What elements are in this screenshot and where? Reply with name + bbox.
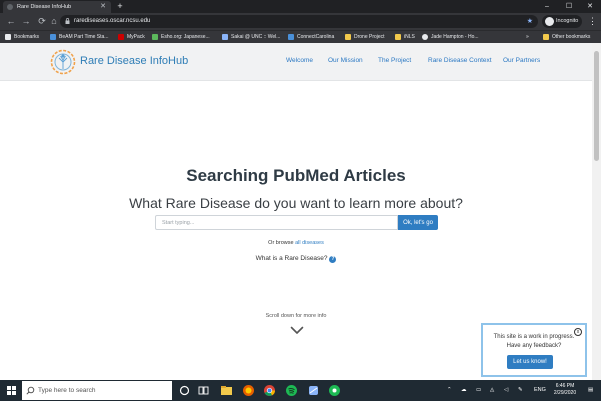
forward-arrow-icon[interactable]: → bbox=[20, 15, 32, 27]
tab-title: Rare Disease InfoHub bbox=[17, 4, 72, 10]
search-submit-button[interactable]: Ok, let's go bbox=[398, 215, 438, 230]
incognito-label: Incognito bbox=[556, 18, 579, 24]
site-navbar: Rare Disease InfoHub Welcome Our Mission… bbox=[0, 43, 592, 81]
bookmark-favicon-icon bbox=[152, 34, 158, 40]
reload-icon[interactable]: ⟳ bbox=[36, 15, 48, 27]
volume-icon[interactable]: ◁ bbox=[504, 380, 508, 401]
scroll-hint: Scroll down for more info bbox=[265, 313, 327, 319]
bookmark-item[interactable]: Esho.org: Japanese... bbox=[152, 31, 210, 43]
page-scrollbar[interactable] bbox=[592, 43, 601, 380]
what-is-rare-disease-label: What is a Rare Disease? bbox=[255, 255, 328, 262]
feedback-popup: x This site is a work in progress. Have … bbox=[481, 323, 587, 377]
nav-link-rare-disease-context[interactable]: Rare Disease Context bbox=[428, 57, 492, 64]
search-icon bbox=[26, 386, 35, 395]
browser-toolbar: ← → ⟳ ⌂ rarediseases.oscar.ncsu.edu ★ In… bbox=[0, 13, 601, 30]
windows-taskbar: Type here to search ⌃ ☁ ▭ ◬ ◁ ✎ ENG 6:46… bbox=[0, 380, 601, 401]
bookmark-favicon-icon bbox=[222, 34, 228, 40]
task-view-icon[interactable] bbox=[197, 384, 210, 397]
clock-date: 2/29/2020 bbox=[553, 390, 577, 396]
clock-time: 6:46 PM bbox=[555, 383, 575, 389]
what-is-rare-disease[interactable]: What is a Rare Disease? ? bbox=[0, 255, 592, 263]
nav-link-the-project[interactable]: The Project bbox=[378, 57, 411, 64]
taskbar-search-placeholder: Type here to search bbox=[38, 387, 96, 394]
bookmark-favicon-icon bbox=[50, 34, 56, 40]
show-hidden-icons-icon[interactable]: ⌃ bbox=[447, 380, 452, 401]
notifications-icon[interactable]: ▤ bbox=[588, 380, 593, 401]
battery-icon[interactable]: ▭ bbox=[476, 380, 481, 401]
other-bookmarks[interactable]: Other bookmarks bbox=[543, 31, 590, 43]
bookmark-favicon-icon bbox=[118, 34, 124, 40]
network-icon[interactable]: ◬ bbox=[490, 380, 494, 401]
firefox-icon[interactable] bbox=[242, 384, 255, 397]
feedback-button[interactable]: Let us know! bbox=[507, 355, 553, 369]
disease-search-input[interactable] bbox=[155, 215, 398, 230]
taskbar-search-box[interactable]: Type here to search bbox=[22, 381, 172, 400]
language-indicator[interactable]: ENG bbox=[534, 380, 546, 401]
help-icon[interactable]: ? bbox=[329, 256, 337, 263]
address-bar[interactable]: rarediseases.oscar.ncsu.edu ★ bbox=[60, 15, 538, 28]
app-icon[interactable] bbox=[328, 384, 341, 397]
page-title: Searching PubMed Articles bbox=[186, 166, 406, 185]
lock-icon bbox=[65, 18, 70, 24]
browse-prefix: Or browse bbox=[268, 240, 294, 246]
scrollbar-thumb[interactable] bbox=[594, 51, 599, 161]
bookmark-folder[interactable]: Drone Project bbox=[345, 31, 385, 43]
browse-line: Or browse all diseases bbox=[0, 240, 592, 246]
nav-link-our-partners[interactable]: Our Partners bbox=[503, 57, 540, 64]
folder-icon bbox=[543, 34, 549, 40]
tab-favicon-icon bbox=[7, 4, 13, 10]
tab-close-icon[interactable]: ✕ bbox=[100, 1, 106, 13]
chevron-down-icon[interactable] bbox=[290, 326, 304, 335]
bookmark-item[interactable]: Jade Hampton - Ho... bbox=[422, 31, 479, 43]
app-icon[interactable] bbox=[307, 384, 320, 397]
url-text: rarediseases.oscar.ncsu.edu bbox=[74, 18, 151, 24]
bookmark-folder[interactable]: iNLS bbox=[395, 31, 415, 43]
bookmarks-bar: Bookmarks BeAM Part Time Sta... MyPack E… bbox=[0, 30, 601, 43]
minimize-button[interactable]: – bbox=[536, 0, 558, 13]
bookmark-star-icon[interactable]: ★ bbox=[527, 15, 533, 28]
star-icon bbox=[5, 34, 11, 40]
pen-icon[interactable]: ✎ bbox=[518, 380, 523, 401]
site-brand[interactable]: Rare Disease InfoHub bbox=[80, 55, 188, 67]
taskbar-clock[interactable]: 6:46 PM 2/29/2020 bbox=[548, 383, 582, 397]
window-close-button[interactable]: ✕ bbox=[579, 0, 601, 13]
new-tab-button[interactable]: + bbox=[115, 0, 125, 13]
feedback-text: This site is a work in progress. Have an… bbox=[483, 333, 585, 351]
bookmark-item[interactable]: BeAM Part Time Sta... bbox=[50, 31, 108, 43]
bookmark-item[interactable]: Sakai @ UNC :: Wel... bbox=[222, 31, 280, 43]
spotify-icon[interactable] bbox=[285, 384, 298, 397]
back-arrow-icon[interactable]: ← bbox=[5, 15, 17, 27]
bookmark-item[interactable]: MyPack bbox=[118, 31, 145, 43]
feedback-line-1: This site is a work in progress. bbox=[493, 334, 575, 340]
page-subtitle: What Rare Disease do you want to learn m… bbox=[129, 195, 463, 211]
all-diseases-link[interactable]: all diseases bbox=[295, 240, 324, 246]
browser-menu-icon[interactable]: ⋮ bbox=[588, 15, 597, 28]
globe-icon bbox=[422, 34, 428, 40]
nav-link-our-mission[interactable]: Our Mission bbox=[328, 57, 363, 64]
cortana-icon[interactable] bbox=[178, 384, 191, 397]
browser-tab[interactable]: Rare Disease InfoHub ✕ bbox=[3, 1, 111, 13]
maximize-button[interactable]: ☐ bbox=[558, 0, 580, 13]
home-icon[interactable]: ⌂ bbox=[48, 15, 60, 27]
chrome-icon[interactable] bbox=[263, 384, 276, 397]
bookmark-item[interactable]: ConnectCarolina bbox=[288, 31, 334, 43]
page-viewport: Rare Disease InfoHub Welcome Our Mission… bbox=[0, 43, 592, 380]
onedrive-icon[interactable]: ☁ bbox=[461, 380, 467, 401]
logo-icon[interactable] bbox=[50, 49, 76, 75]
file-explorer-icon[interactable] bbox=[220, 384, 233, 397]
nav-link-welcome[interactable]: Welcome bbox=[286, 57, 313, 64]
bookmark-item[interactable]: Bookmarks bbox=[5, 31, 39, 43]
incognito-badge[interactable]: Incognito bbox=[542, 15, 582, 28]
folder-icon bbox=[395, 34, 401, 40]
browser-tab-strip: Rare Disease InfoHub ✕ + – ☐ ✕ bbox=[0, 0, 601, 13]
bookmarks-overflow[interactable]: » bbox=[526, 31, 529, 43]
incognito-icon bbox=[545, 17, 554, 26]
windows-start-icon[interactable] bbox=[7, 386, 16, 395]
feedback-line-2: Have any feedback? bbox=[506, 343, 562, 349]
bookmark-favicon-icon bbox=[288, 34, 294, 40]
folder-icon bbox=[345, 34, 351, 40]
